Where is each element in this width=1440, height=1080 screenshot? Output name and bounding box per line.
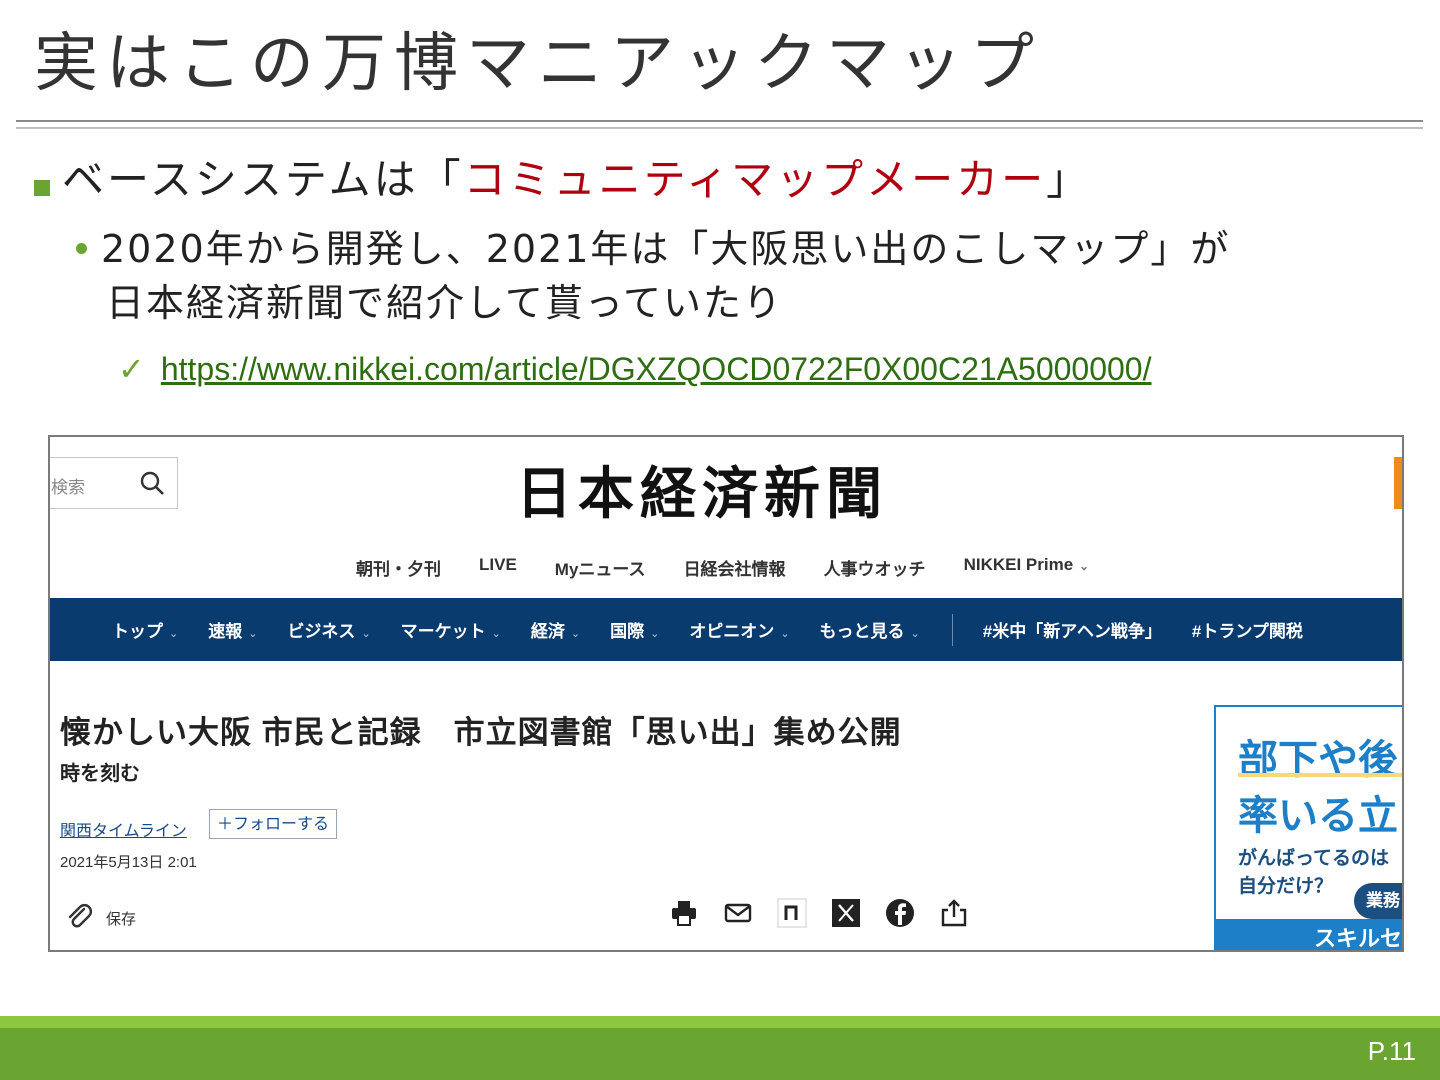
- bullet-level2: 2020年から開発し、2021年は「大阪思い出のこしマップ」が 日本経済新聞で紹…: [76, 222, 1376, 330]
- series-label: 時を刻む: [60, 763, 140, 785]
- advertisement-banner[interactable]: 部下や後 率いる立 がんばってるのは 自分だけ？ 業務 スキルセ: [1214, 705, 1402, 950]
- masthead-logo: 日本経済新聞: [516, 461, 888, 527]
- bullet2-line2: 日本経済新聞で紹介して貰っていたり: [106, 281, 783, 325]
- ad-line4: 自分だけ？: [1238, 876, 1334, 897]
- ad-footer: スキルセ: [1216, 919, 1402, 950]
- facebook-icon[interactable]: [884, 897, 916, 929]
- page-number: P.11: [1367, 1036, 1416, 1066]
- ad-pill: 業務: [1354, 883, 1402, 919]
- title-divider: [16, 120, 1423, 129]
- nav-item[interactable]: トップ ⌄: [112, 617, 178, 642]
- print-icon[interactable]: [668, 897, 700, 929]
- paperclip-icon: [64, 901, 94, 935]
- nav-item[interactable]: もっと見る ⌄: [820, 617, 920, 642]
- note-icon[interactable]: [776, 897, 808, 929]
- subnav-item-label: NIKKEI Prime: [963, 555, 1074, 574]
- slide-title: 実はこの万博マニアックマップ: [34, 27, 1042, 101]
- ad-line2: 率いる立: [1238, 794, 1398, 838]
- search-placeholder: 検索: [51, 478, 85, 497]
- chevron-down-icon: ⌄: [491, 628, 501, 640]
- nav-item[interactable]: 経済 ⌄: [531, 617, 580, 642]
- topic-link[interactable]: #米中「新アヘン戦争」: [983, 617, 1162, 642]
- share-toolbar: [668, 897, 970, 929]
- bullet1-text-pre: ベースシステムは「: [62, 155, 464, 204]
- search-box[interactable]: 検索: [50, 457, 178, 509]
- dot-bullet-icon: [76, 243, 87, 254]
- nikkei-article-link[interactable]: https://www.nikkei.com/article/DGXZQOCD0…: [161, 351, 1152, 387]
- publish-date: 2021年5月13日 2:01: [60, 854, 197, 871]
- nav-item-label: ビジネス: [287, 622, 356, 641]
- nikkei-screenshot: 検索 日本経済新聞 朝刊・夕刊 LIVE Myニュース 日経会社情報 人事ウオッ…: [48, 435, 1404, 952]
- timeline-link[interactable]: 関西タイムライン: [60, 817, 187, 841]
- main-nav-bar: トップ ⌄ 速報 ⌄ ビジネス ⌄ マーケット ⌄ 経済 ⌄ 国際 ⌄ オピニオン ⌄ もっと…: [50, 598, 1402, 661]
- nav-item-label: マーケット: [400, 622, 486, 641]
- share-icon[interactable]: [938, 897, 970, 929]
- nav-item-label: 国際: [610, 622, 645, 641]
- subnav-item[interactable]: 人事ウオッチ: [824, 555, 926, 580]
- mail-icon[interactable]: [722, 897, 754, 929]
- save-label: 保存: [106, 910, 137, 928]
- nav-item[interactable]: ビジネス ⌄: [287, 617, 370, 642]
- checkmark-icon: ✓: [118, 351, 145, 387]
- chevron-down-icon: ⌄: [169, 628, 179, 640]
- bullet2-line1: 2020年から開発し、2021年は「大阪思い出のこしマップ」が: [101, 227, 1231, 271]
- nav-item-label: オピニオン: [689, 622, 775, 641]
- nav-item-label: 経済: [530, 622, 565, 641]
- chevron-down-icon: ⌄: [780, 628, 790, 640]
- orange-tab: [1394, 457, 1402, 509]
- subnav: 朝刊・夕刊 LIVE Myニュース 日経会社情報 人事ウオッチ NIKKEI P…: [356, 555, 1089, 580]
- chevron-down-icon: ⌄: [361, 628, 371, 640]
- nav-item[interactable]: 国際 ⌄: [610, 617, 659, 642]
- square-bullet-icon: [34, 180, 50, 196]
- bullet1-highlight: コミュニティマップメーカー: [463, 155, 1047, 204]
- subnav-item-prime[interactable]: NIKKEI Prime ⌄: [964, 555, 1090, 580]
- chevron-down-icon: ⌄: [570, 628, 581, 640]
- bullet-level3: ✓ https://www.nikkei.com/article/DGXZQOCD…: [118, 346, 1151, 392]
- bullet-level1: ベースシステムは「コミュニティマップメーカー」: [34, 150, 1091, 210]
- nav-item-label: 速報: [208, 622, 243, 641]
- subnav-item[interactable]: 日経会社情報: [684, 555, 786, 580]
- article-title: 懐かしい大阪 市民と記録 市立図書館「思い出」集め公開: [60, 715, 902, 750]
- bullet1-text-post: 」: [1046, 155, 1092, 204]
- nav-divider: [951, 613, 953, 646]
- save-button[interactable]: 保存: [64, 901, 136, 935]
- chevron-down-icon: ⌄: [650, 628, 660, 640]
- nav-item-label: トップ: [112, 622, 163, 641]
- chevron-down-icon: ⌄: [1079, 559, 1090, 573]
- nav-item[interactable]: 速報 ⌄: [208, 617, 257, 642]
- follow-button[interactable]: ＋フォローする: [209, 809, 338, 839]
- topic-link[interactable]: #トランプ関税: [1192, 617, 1303, 642]
- search-icon[interactable]: [139, 470, 165, 501]
- subnav-item[interactable]: 朝刊・夕刊: [356, 555, 441, 580]
- nav-item-label: もっと見る: [819, 622, 905, 641]
- ad-underline: [1238, 773, 1402, 777]
- x-icon[interactable]: [830, 897, 862, 929]
- footer-stripe-dark: [0, 1028, 1440, 1080]
- chevron-down-icon: ⌄: [910, 628, 920, 640]
- nav-item[interactable]: マーケット ⌄: [401, 617, 501, 642]
- chevron-down-icon: ⌄: [248, 628, 258, 640]
- footer-stripe-light: [0, 1016, 1440, 1028]
- nav-item[interactable]: オピニオン ⌄: [689, 617, 789, 642]
- subnav-item[interactable]: LIVE: [479, 555, 517, 580]
- subnav-item[interactable]: Myニュース: [555, 555, 646, 580]
- ad-line3: がんばってるのは: [1238, 848, 1390, 869]
